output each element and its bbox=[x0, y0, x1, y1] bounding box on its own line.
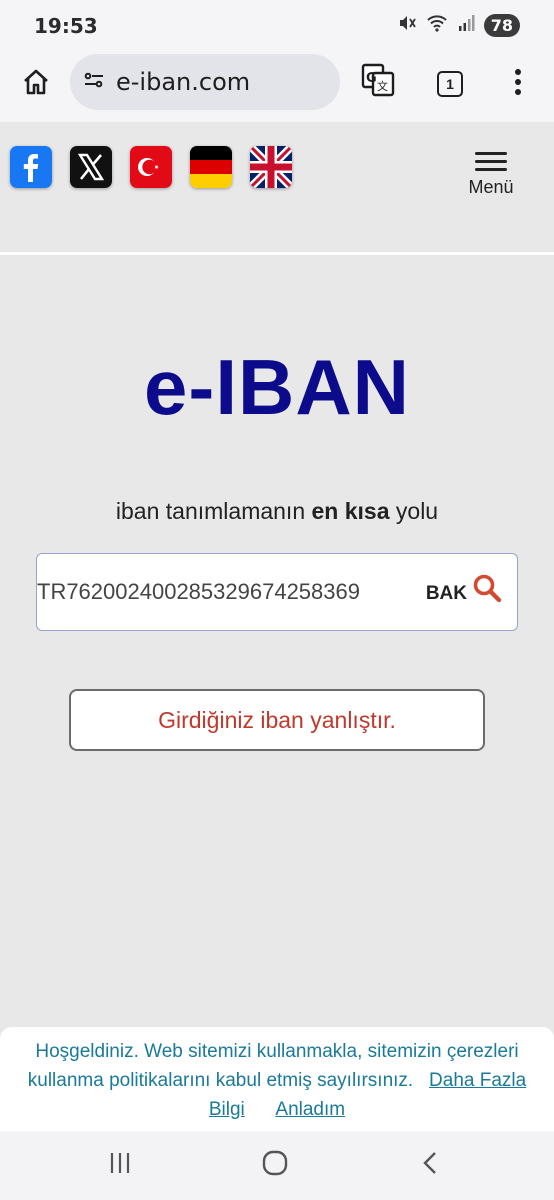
url-bar[interactable]: e-iban.com bbox=[70, 54, 340, 110]
turkish-flag-icon[interactable] bbox=[130, 146, 172, 188]
page-content: Menü e-IBAN iban tanımlamanın en kısa yo… bbox=[0, 122, 554, 1130]
signal-icon bbox=[457, 14, 475, 37]
recent-apps-button[interactable] bbox=[100, 1149, 140, 1181]
translate-icon: G文 bbox=[360, 62, 396, 103]
url-text[interactable]: e-iban.com bbox=[116, 68, 250, 96]
uk-flag-icon[interactable] bbox=[250, 146, 292, 188]
svg-text:文: 文 bbox=[377, 79, 388, 93]
site-logo: e-IBAN bbox=[143, 343, 410, 431]
status-time: 19:53 bbox=[34, 14, 98, 38]
search-button[interactable]: BAK bbox=[426, 572, 503, 609]
hamburger-icon-line bbox=[475, 160, 507, 163]
menu-label: Menü bbox=[468, 177, 514, 197]
x-twitter-icon[interactable] bbox=[70, 146, 112, 188]
status-icons: 78 bbox=[397, 13, 520, 38]
more-menu-button[interactable] bbox=[500, 64, 536, 104]
error-message-box: Girdiğiniz iban yanlıştır. bbox=[69, 689, 485, 751]
recent-apps-icon bbox=[107, 1151, 133, 1180]
cookie-banner: Hoşgeldiniz. Web sitemizi kullanmakla, s… bbox=[0, 1027, 554, 1131]
home-button[interactable] bbox=[16, 64, 56, 104]
more-vert-icon bbox=[514, 68, 522, 101]
iban-search-box: BAK bbox=[36, 553, 518, 631]
tabs-icon: 1 bbox=[437, 71, 463, 97]
tagline: iban tanımlamanın en kısa yolu bbox=[0, 498, 554, 525]
search-icon bbox=[471, 572, 503, 609]
status-bar: 19:53 78 bbox=[0, 0, 554, 52]
home-circle-icon bbox=[261, 1149, 289, 1182]
header-divider bbox=[0, 252, 554, 255]
home-icon bbox=[21, 67, 51, 102]
wifi-icon bbox=[426, 13, 448, 38]
tagline-bold: en kısa bbox=[311, 498, 390, 524]
back-button[interactable] bbox=[410, 1149, 450, 1181]
system-nav-bar bbox=[0, 1131, 554, 1200]
error-message: Girdiğiniz iban yanlıştır. bbox=[158, 706, 396, 733]
hamburger-icon bbox=[475, 152, 507, 155]
tab-count: 1 bbox=[446, 76, 454, 92]
back-chevron-icon bbox=[420, 1150, 440, 1181]
hamburger-icon-line bbox=[475, 168, 507, 171]
facebook-icon[interactable] bbox=[10, 146, 52, 188]
german-flag-icon[interactable] bbox=[190, 146, 232, 188]
menu-button[interactable]: Menü bbox=[464, 152, 518, 198]
social-links bbox=[10, 146, 292, 188]
search-button-label: BAK bbox=[425, 582, 467, 604]
tagline-suffix: yolu bbox=[389, 498, 439, 524]
svg-text:G: G bbox=[366, 71, 377, 86]
iban-input[interactable] bbox=[37, 554, 417, 629]
tabs-button[interactable]: 1 bbox=[430, 64, 470, 104]
home-nav-button[interactable] bbox=[255, 1149, 295, 1181]
accept-cookies-link[interactable]: Anladım bbox=[275, 1099, 345, 1120]
site-settings-icon[interactable] bbox=[82, 68, 106, 97]
battery-indicator: 78 bbox=[483, 14, 520, 37]
mute-icon bbox=[397, 13, 417, 38]
translate-button[interactable]: G文 bbox=[358, 62, 398, 102]
tagline-prefix: iban tanımlamanın bbox=[115, 498, 312, 524]
browser-toolbar: e-iban.com G文 1 bbox=[0, 52, 554, 122]
